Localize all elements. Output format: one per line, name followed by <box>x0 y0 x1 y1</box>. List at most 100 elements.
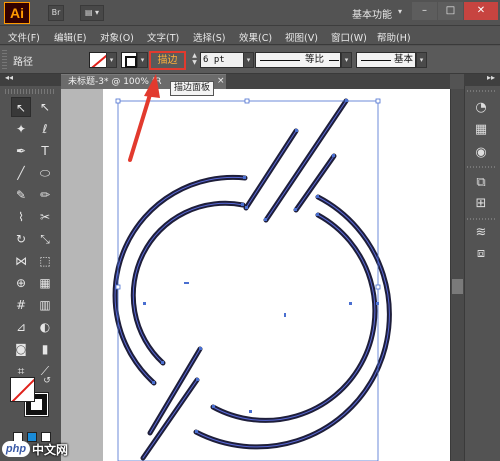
tools-panel: ◂◂ ↖ ↖ ✦ ℓ ✒ T ╱ ⬭ ✎ ✏ ⌇ ✂ ↻ ⤡ ⋈ ⬚ ⊕ ▦ #… <box>0 73 61 461</box>
scale-tool-icon[interactable]: ⤡ <box>35 229 55 249</box>
bbox-handle <box>375 98 381 104</box>
watermark-logo: php <box>2 441 30 457</box>
panel-grip[interactable] <box>467 166 497 168</box>
ellipse-tool-icon[interactable]: ⬭ <box>35 163 55 183</box>
profile-dropdown[interactable]: ▾ <box>341 52 352 68</box>
anchor-point <box>295 129 298 132</box>
width-tool-icon[interactable]: ⋈ <box>11 251 31 271</box>
rotate-tool-icon[interactable]: ↻ <box>11 229 31 249</box>
stroke-weight-dropdown[interactable]: ▾ <box>243 52 254 68</box>
close-button[interactable]: ✕ <box>464 2 498 20</box>
chevron-down-icon[interactable]: ▾ <box>398 7 402 16</box>
anchor-point <box>294 208 297 211</box>
color-panel-icon[interactable]: ◔ <box>472 99 490 117</box>
menu-type[interactable]: 文字(T) <box>147 30 179 44</box>
title-bar: Ai Br ▤ ▾ 基本功能 ▾ – □ ✕ <box>0 0 500 26</box>
brush-label: 基本 <box>394 54 414 65</box>
panel-grip[interactable] <box>2 50 7 70</box>
selection-tool-icon[interactable]: ↖ <box>11 97 31 117</box>
workspace-switcher[interactable]: 基本功能 <box>352 6 392 21</box>
menu-edit[interactable]: 编辑(E) <box>54 30 86 44</box>
stroke-panel-tooltip: 描边面板 <box>170 81 215 96</box>
line-tool-icon[interactable]: ╱ <box>11 163 31 183</box>
menu-object[interactable]: 对象(O) <box>100 30 134 44</box>
blob-brush-tool-icon[interactable]: ⌇ <box>11 207 31 227</box>
fill-color-swatch[interactable] <box>10 377 35 402</box>
free-transform-tool-icon[interactable]: ⬚ <box>35 251 55 271</box>
anchor-point <box>161 361 164 364</box>
shape-builder-tool-icon[interactable]: ⊕ <box>11 273 31 293</box>
appearance-panel-icon[interactable]: ⧉ <box>472 174 490 192</box>
panel-dock-header: ▸▸ <box>464 73 500 86</box>
anchor-point <box>376 302 379 305</box>
gradient-tool-icon[interactable]: ▥ <box>35 295 55 315</box>
anchor-point <box>245 206 248 209</box>
fill-swatch[interactable] <box>89 52 107 68</box>
inner-arc-right <box>210 212 378 423</box>
scrollbar-thumb[interactable] <box>452 279 463 294</box>
artboards-panel-icon[interactable]: ⧈ <box>472 245 490 263</box>
anchor-point <box>199 347 202 350</box>
anchor-point <box>316 213 319 216</box>
minimize-button[interactable]: – <box>412 2 437 20</box>
magic-wand-tool-icon[interactable]: ✦ <box>11 119 31 139</box>
layers-panel-icon[interactable]: ≋ <box>472 224 490 242</box>
expand-icon[interactable]: ▸▸ <box>487 73 495 82</box>
anchor-point <box>243 176 246 179</box>
anchor-point <box>196 378 199 381</box>
menu-select[interactable]: 选择(S) <box>193 30 225 44</box>
anchor-point <box>152 381 155 384</box>
mesh-tool-icon[interactable]: # <box>11 295 31 315</box>
menu-window[interactable]: 窗口(W) <box>331 30 367 44</box>
annotation-arrow-icon <box>128 74 160 162</box>
menu-view[interactable]: 视图(V) <box>285 30 318 44</box>
illustrator-logo: Ai <box>4 2 30 24</box>
brushes-panel-icon[interactable]: ◉ <box>472 144 490 162</box>
anchor-point <box>284 313 286 317</box>
symbol-sprayer-tool-icon[interactable]: ◙ <box>11 339 31 359</box>
menu-effect[interactable]: 效果(C) <box>239 30 272 44</box>
brush-dropdown[interactable]: ▾ <box>416 52 427 68</box>
brush-definition[interactable]: 基本 <box>356 52 416 68</box>
anchor-point <box>345 99 348 102</box>
collapse-icon[interactable]: ◂◂ <box>5 73 13 82</box>
panel-grip[interactable] <box>467 218 497 220</box>
paintbrush-tool-icon[interactable]: ✎ <box>11 185 31 205</box>
blend-tool-icon[interactable]: ◐ <box>35 317 55 337</box>
maximize-button[interactable]: □ <box>438 2 463 20</box>
anchor-point <box>249 410 252 413</box>
bbox-handle <box>375 284 381 290</box>
graphic-styles-panel-icon[interactable]: ⊞ <box>472 195 490 213</box>
vertical-scrollbar[interactable] <box>450 89 464 461</box>
tools-panel-header: ◂◂ <box>0 73 61 86</box>
pen-tool-icon[interactable]: ✒ <box>11 141 31 161</box>
profile-label: 等比 <box>305 54 325 65</box>
close-icon[interactable]: × <box>217 76 225 86</box>
fill-dropdown[interactable]: ▾ <box>106 52 117 68</box>
bbox-handle <box>115 284 121 290</box>
column-graph-tool-icon[interactable]: ▮ <box>35 339 55 359</box>
swap-colors-icon[interactable]: ↺ <box>40 374 54 388</box>
perspective-grid-tool-icon[interactable]: ▦ <box>35 273 55 293</box>
anchor-point <box>212 405 215 408</box>
panel-grip[interactable] <box>467 90 497 92</box>
anchor-point <box>264 218 267 221</box>
control-bar: 路径 ▾ ▾ 描边 ▲ ▼ 6 pt ▾ 等比 ▾ 基本 ▾ <box>0 46 500 74</box>
bridge-button[interactable]: Br <box>48 5 64 21</box>
type-tool-icon[interactable]: T <box>35 141 55 161</box>
swatches-panel-icon[interactable]: ▦ <box>472 121 490 139</box>
direct-selection-tool-icon[interactable]: ↖ <box>35 97 55 117</box>
menu-file[interactable]: 文件(F) <box>8 30 40 44</box>
variable-width-profile[interactable]: 等比 <box>255 52 341 68</box>
stroke-weight-stepper[interactable]: ▲ ▼ <box>190 52 199 68</box>
stroke-weight-field[interactable]: 6 pt <box>200 52 244 68</box>
anchor-point <box>349 302 352 305</box>
scissors-tool-icon[interactable]: ✂ <box>35 207 55 227</box>
lasso-tool-icon[interactable]: ℓ <box>35 119 55 139</box>
panel-grip[interactable] <box>5 89 56 94</box>
menu-help[interactable]: 帮助(H) <box>377 30 411 44</box>
eyedropper-tool-icon[interactable]: ⊿ <box>11 317 31 337</box>
pencil-tool-icon[interactable]: ✏ <box>35 185 55 205</box>
anchor-point <box>241 203 244 206</box>
arrange-documents-button[interactable]: ▤ ▾ <box>80 5 104 21</box>
